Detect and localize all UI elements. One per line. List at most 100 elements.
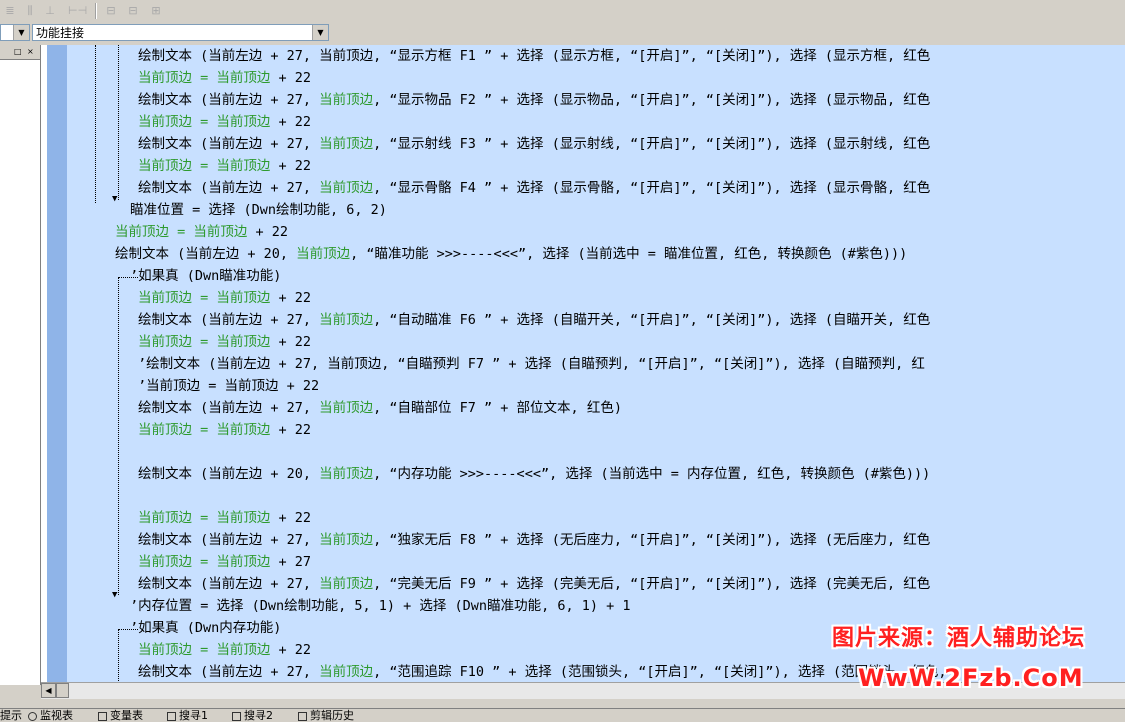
code-token: ’内存位置 = 选择 (Dwn绘制功能, 5, 1) + 选择 (Dwn瞄准功能… bbox=[130, 598, 631, 614]
code-token: 当前顶边 bbox=[296, 246, 351, 262]
align-hspace-icon[interactable]: ⊢⊣ bbox=[68, 3, 87, 18]
code-token: 绘制文本 (当前左边 + 20, bbox=[138, 466, 320, 482]
watermark-source: 图片来源：酒人辅助论坛 bbox=[832, 626, 1086, 651]
code-token: + 22 bbox=[270, 158, 312, 174]
code-token: , “显示射线 F3 ” + 选择 (显示射线, “[开启]”, “[关闭]”)… bbox=[373, 136, 931, 152]
tab-search2[interactable]: 搜寻2 bbox=[232, 709, 273, 722]
left-dock-header: □ × bbox=[0, 45, 40, 60]
code-line[interactable]: ’如果真 (Dwn瞄准功能) bbox=[130, 265, 281, 287]
code-line[interactable]: 绘制文本 (当前左边 + 27, 当前顶边, “完美无后 F9 ” + 选择 (… bbox=[138, 573, 930, 595]
code-token: 瞄准位置 = 选择 (Dwn绘制功能, 6, 2) bbox=[130, 202, 387, 218]
flow-guide bbox=[95, 45, 96, 203]
chevron-down-icon[interactable]: ▼ bbox=[13, 25, 29, 40]
code-line[interactable]: 当前顶边 = 当前顶边 + 27 bbox=[138, 551, 311, 573]
code-token: 当前顶边 bbox=[319, 664, 374, 680]
code-token: + 22 bbox=[270, 290, 312, 306]
fold-arrow-icon: ▼ bbox=[112, 194, 118, 204]
tab-variables[interactable]: 变量表 bbox=[98, 709, 143, 722]
code-line[interactable]: ’当前顶边 = 当前顶边 + 22 bbox=[138, 375, 319, 397]
align-top-icon[interactable]: ≣ bbox=[2, 3, 18, 18]
line-gutter bbox=[47, 45, 67, 682]
code-line[interactable]: ’如果真 (Dwn内存功能) bbox=[130, 617, 281, 639]
code-line[interactable]: 绘制文本 (当前左边 + 27, 当前顶边, “范围追踪 F10 ” + 选择 … bbox=[138, 661, 947, 682]
format-toolbar: ≣ ⫼ ⊥ ⊢⊣ ⊟ ⊟ ⊞ bbox=[0, 0, 1125, 23]
code-token: 当前顶边 bbox=[319, 532, 374, 548]
code-line[interactable]: 当前顶边 = 当前顶边 + 22 bbox=[138, 67, 311, 89]
code-token: 当前顶边 = 当前顶边 bbox=[138, 70, 271, 86]
code-token: 当前顶边 = 当前顶边 bbox=[138, 334, 271, 350]
code-line[interactable]: 绘制文本 (当前左边 + 27, 当前顶边, “独家无后 F8 ” + 选择 (… bbox=[138, 529, 930, 551]
code-line[interactable]: 当前顶边 = 当前顶边 + 22 bbox=[138, 287, 311, 309]
fold-arrow-icon: ▼ bbox=[112, 590, 118, 600]
search-icon bbox=[232, 711, 241, 721]
code-token: 绘制文本 (当前左边 + 27, bbox=[138, 92, 320, 108]
code-line[interactable]: ’内存位置 = 选择 (Dwn绘制功能, 5, 1) + 选择 (Dwn瞄准功能… bbox=[130, 595, 630, 617]
align-grid-icon[interactable]: ⊞ bbox=[148, 3, 164, 18]
code-line[interactable]: 当前顶边 = 当前顶边 + 22 bbox=[115, 221, 288, 243]
code-token: 当前顶边 = 当前顶边 bbox=[138, 114, 271, 130]
code-token: 当前顶边 = 当前顶边 bbox=[138, 290, 271, 306]
code-token: 当前顶边 bbox=[319, 92, 374, 108]
code-token: ’如果真 (Dwn瞄准功能) bbox=[130, 268, 282, 284]
code-line[interactable]: 绘制文本 (当前左边 + 27, 当前顶边, “显示骨骼 F4 ” + 选择 (… bbox=[138, 177, 930, 199]
code-line[interactable]: 绘制文本 (当前左边 + 20, 当前顶边, “瞄准功能 >>>----<<<”… bbox=[115, 243, 907, 265]
align-width-icon[interactable]: ⊟ bbox=[103, 3, 119, 18]
procedure-select[interactable]: 功能挂接 ▼ bbox=[32, 24, 329, 41]
code-token: 绘制文本 (当前左边 + 27, bbox=[138, 576, 320, 592]
code-line[interactable]: 当前顶边 = 当前顶边 + 22 bbox=[138, 507, 311, 529]
code-token: + 22 bbox=[270, 334, 312, 350]
code-token: , “显示物品 F2 ” + 选择 (显示物品, “[开启]”, “[关闭]”)… bbox=[373, 92, 931, 108]
code-token: + 22 bbox=[270, 422, 312, 438]
code-line[interactable]: 绘制文本 (当前左边 + 27, 当前顶边, “自瞄部位 F7 ” + 部位文本… bbox=[138, 397, 622, 419]
code-token: 当前顶边 = 当前顶边 bbox=[138, 554, 271, 570]
code-editor[interactable]: ▼ ▼ 绘制文本 (当前左边 + 27, 当前顶边, “显示方框 F1 ” + … bbox=[67, 45, 1125, 682]
code-line[interactable]: 绘制文本 (当前左边 + 27, 当前顶边, “显示方框 F1 ” + 选择 (… bbox=[138, 45, 930, 67]
code-token: , “内存功能 >>>----<<<”, 选择 (当前选中 = 内存位置, 红色… bbox=[373, 466, 931, 482]
code-line[interactable]: 绘制文本 (当前左边 + 27, 当前顶边, “自动瞄准 F6 ” + 选择 (… bbox=[138, 309, 930, 331]
code-line[interactable]: ’绘制文本 (当前左边 + 27, 当前顶边, “自瞄预判 F7 ” + 选择 … bbox=[138, 353, 925, 375]
code-token: 当前顶边 bbox=[319, 136, 374, 152]
code-token: 绘制文本 (当前左边 + 27, bbox=[138, 312, 320, 328]
code-token: 当前顶边 = 当前顶边 bbox=[138, 422, 271, 438]
code-line[interactable]: 当前顶边 = 当前顶边 + 22 bbox=[138, 419, 311, 441]
code-line[interactable]: 当前顶边 = 当前顶边 + 22 bbox=[138, 639, 311, 661]
code-line[interactable]: 绘制文本 (当前左边 + 20, 当前顶边, “内存功能 >>>----<<<”… bbox=[138, 463, 930, 485]
code-token: 当前顶边 = 当前顶边 bbox=[115, 224, 248, 240]
code-token: + 22 bbox=[270, 642, 312, 658]
code-line[interactable]: 当前顶边 = 当前顶边 + 22 bbox=[138, 155, 311, 177]
code-line[interactable]: 瞄准位置 = 选择 (Dwn绘制功能, 6, 2) bbox=[130, 199, 387, 221]
tab-search1[interactable]: 搜寻1 bbox=[167, 709, 208, 722]
code-token: 当前顶边 = 当前顶边 bbox=[138, 158, 271, 174]
toolbar-separator bbox=[95, 3, 97, 19]
tab-label: 剪辑历史 bbox=[310, 709, 354, 722]
code-token: 绘制文本 (当前左边 + 27, bbox=[138, 48, 320, 64]
tab-hint[interactable]: 提示 bbox=[0, 709, 22, 722]
code-token: 当前顶边 = 当前顶边 bbox=[138, 642, 271, 658]
close-icon[interactable]: × bbox=[27, 45, 34, 59]
tab-watch[interactable]: 监视表 bbox=[28, 709, 73, 722]
code-token: 绘制文本 (当前左边 + 20, bbox=[115, 246, 297, 262]
scroll-thumb[interactable] bbox=[56, 683, 69, 698]
watermark-url: WwW.2Fzb.CoM bbox=[858, 664, 1084, 692]
pin-icon[interactable]: □ bbox=[14, 45, 22, 59]
clipboard-icon bbox=[298, 711, 307, 721]
scroll-left-icon[interactable]: ◀ bbox=[41, 683, 56, 698]
code-line[interactable]: 绘制文本 (当前左边 + 27, 当前顶边, “显示射线 F3 ” + 选择 (… bbox=[138, 133, 930, 155]
tab-label: 监视表 bbox=[40, 709, 73, 722]
align-bottom-icon[interactable]: ⊥ bbox=[42, 3, 58, 18]
chevron-down-icon[interactable]: ▼ bbox=[312, 25, 328, 40]
flow-guide bbox=[118, 45, 119, 200]
code-line[interactable]: 当前顶边 = 当前顶边 + 22 bbox=[138, 111, 311, 133]
code-token: 绘制文本 (当前左边 + 27, bbox=[138, 136, 320, 152]
align-center-icon[interactable]: ⊟ bbox=[125, 3, 141, 18]
code-token: 当前顶边 bbox=[319, 180, 374, 196]
tab-clip-history[interactable]: 剪辑历史 bbox=[298, 709, 354, 722]
code-line[interactable]: 当前顶边 = 当前顶边 + 22 bbox=[138, 331, 311, 353]
code-line[interactable]: 绘制文本 (当前左边 + 27, 当前顶边, “显示物品 F2 ” + 选择 (… bbox=[138, 89, 930, 111]
code-token: 当前顶边 bbox=[319, 466, 374, 482]
object-select[interactable]: ▼ bbox=[0, 24, 30, 41]
code-token: 当前顶边 bbox=[319, 312, 374, 328]
align-vcenter-icon[interactable]: ⫼ bbox=[22, 3, 38, 18]
procedure-select-value: 功能挂接 bbox=[36, 26, 85, 40]
tab-label: 变量表 bbox=[110, 709, 143, 722]
